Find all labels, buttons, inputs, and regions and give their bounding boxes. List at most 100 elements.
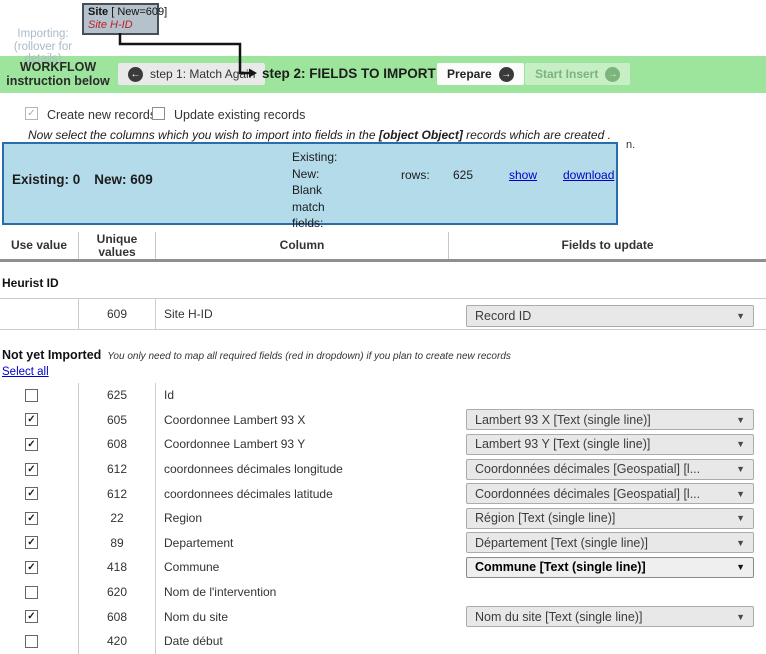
column-name: Coordonnee Lambert 93 Y <box>155 432 448 457</box>
field-cell: Lambert 93 Y [Text (single line)] ▼ <box>448 432 766 457</box>
show-link[interactable]: show <box>509 168 537 182</box>
clipped-text-fragment: n. <box>626 139 635 151</box>
header-column: Column <box>155 232 448 259</box>
field-select-value: Lambert 93 X [Text (single line)] <box>475 413 651 427</box>
mapping-rows: 625 Id ✓ 605 Coordonnee Lambert 93 X Lam… <box>0 383 766 654</box>
field-cell: Coordonnées décimales [Geospatial] [l...… <box>448 457 766 482</box>
heurist-unique-count: 609 <box>78 299 155 329</box>
unique-values-count: 612 <box>78 457 155 482</box>
unique-values-count: 418 <box>78 555 155 580</box>
row-checkbox-cell: ✓ <box>0 432 78 457</box>
table-row: ✓ 605 Coordonnee Lambert 93 X Lambert 93… <box>0 408 766 433</box>
chevron-down-icon: ▼ <box>736 612 745 622</box>
row-checkbox-cell <box>0 629 78 654</box>
column-name: Commune <box>155 555 448 580</box>
row-checkbox[interactable]: ✓ <box>25 512 38 525</box>
field-cell <box>448 383 766 408</box>
update-existing-records-label: Update existing records <box>174 108 305 122</box>
field-select-value: Lambert 93 Y [Text (single line)] <box>475 437 650 451</box>
chevron-down-icon: ▼ <box>736 439 745 449</box>
new-count: New: 609 <box>94 172 153 187</box>
tooltip-count: [ New=609] <box>108 6 167 18</box>
header-fields-to-update: Fields to update <box>448 232 766 259</box>
field-select[interactable]: Lambert 93 Y [Text (single line)] ▼ <box>466 434 754 455</box>
step1-match-again-button[interactable]: ← step 1: Match Again <box>118 63 265 85</box>
row-checkbox[interactable] <box>25 635 38 648</box>
existing-count: Existing: 0 <box>12 172 80 187</box>
column-name: coordonnees décimales longitude <box>155 457 448 482</box>
table-row: ✓ 608 Nom du site Nom du site [Text (sin… <box>0 604 766 629</box>
field-select[interactable]: Région [Text (single line)] ▼ <box>466 508 754 529</box>
record-type-tooltip: Site [ New=609] Site H-ID <box>82 3 159 35</box>
field-select[interactable]: Commune [Text (single line)] ▼ <box>466 557 754 578</box>
update-existing-records-checkbox[interactable] <box>152 107 165 120</box>
prepare-label: Prepare <box>447 67 492 81</box>
row-checkbox[interactable]: ✓ <box>25 536 38 549</box>
chevron-down-icon: ▼ <box>736 562 745 572</box>
unique-values-count: 22 <box>78 506 155 531</box>
chevron-down-icon: ▼ <box>736 464 745 474</box>
rows-label: rows: <box>401 168 430 182</box>
mapping-table-header: Use value Unique values Column Fields to… <box>0 232 766 262</box>
importing-line1: Importing: <box>0 28 86 41</box>
field-select[interactable]: Coordonnées décimales [Geospatial] [l...… <box>466 459 754 480</box>
field-select[interactable]: Coordonnées décimales [Geospatial] [l...… <box>466 483 754 504</box>
workflow-title-line2: instruction below <box>2 74 114 88</box>
row-checkbox[interactable]: ✓ <box>25 413 38 426</box>
prepare-button[interactable]: Prepare → <box>437 63 524 85</box>
field-select-value: Nom du site [Text (single line)] <box>475 610 642 624</box>
heurist-field-value: Record ID <box>475 309 531 323</box>
column-name: Departement <box>155 531 448 556</box>
unique-values-count: 605 <box>78 408 155 433</box>
workflow-bar: WORKFLOW instruction below ← step 1: Mat… <box>0 56 766 93</box>
table-row: ✓ 89 Departement Département [Text (sing… <box>0 531 766 556</box>
row-checkbox[interactable]: ✓ <box>25 438 38 451</box>
unique-values-count: 608 <box>78 604 155 629</box>
column-name: Region <box>155 506 448 531</box>
field-cell: Nom du site [Text (single line)] ▼ <box>448 604 766 629</box>
table-row: ✓ 608 Coordonnee Lambert 93 Y Lambert 93… <box>0 432 766 457</box>
create-new-records-label: Create new records <box>47 108 156 122</box>
not-yet-imported-note: You only need to map all required fields… <box>107 351 511 362</box>
row-checkbox-cell: ✓ <box>0 604 78 629</box>
row-checkbox[interactable] <box>25 389 38 402</box>
rows-value: 625 <box>453 168 473 182</box>
chevron-down-icon: ▼ <box>736 415 745 425</box>
field-select[interactable]: Nom du site [Text (single line)] ▼ <box>466 606 754 627</box>
heurist-field-select[interactable]: Record ID ▼ <box>466 305 754 327</box>
unique-values-count: 608 <box>78 432 155 457</box>
forward-circle-icon: → <box>605 67 620 82</box>
table-row: 420 Date début <box>0 629 766 654</box>
importing-line2: (rollover for <box>0 41 86 54</box>
chevron-down-icon: ▼ <box>736 538 745 548</box>
table-row: 620 Nom de l'intervention <box>0 580 766 605</box>
row-checkbox[interactable]: ✓ <box>25 463 38 476</box>
field-select[interactable]: Lambert 93 X [Text (single line)] ▼ <box>466 409 754 430</box>
row-checkbox[interactable]: ✓ <box>25 561 38 574</box>
step1-label: step 1: Match Again <box>150 67 255 81</box>
summary-column-labels: Existing: New: Blank match fields: <box>292 149 350 232</box>
import-summary-panel: Existing: 0New: 609 Existing: New: Blank… <box>2 142 618 225</box>
row-checkbox[interactable] <box>25 586 38 599</box>
not-yet-imported-title: Not yet Imported You only need to map all… <box>2 348 511 362</box>
row-checkbox-cell: ✓ <box>0 408 78 433</box>
start-insert-button-disabled[interactable]: Start Insert → <box>525 63 630 85</box>
create-new-records-checkbox[interactable]: ✓ <box>25 107 38 120</box>
field-cell: Coordonnées décimales [Geospatial] [l...… <box>448 481 766 506</box>
select-all-link[interactable]: Select all <box>2 366 49 378</box>
field-select-value: Région [Text (single line)] <box>475 511 615 525</box>
download-link[interactable]: download <box>563 168 614 182</box>
tooltip-title: Site [ New=609] <box>88 6 153 19</box>
heurist-field-cell: Record ID ▼ <box>448 299 766 329</box>
heurist-checkbox-cell <box>0 299 78 329</box>
row-checkbox-cell: ✓ <box>0 481 78 506</box>
not-yet-imported-label: Not yet Imported <box>2 348 101 362</box>
row-checkbox[interactable]: ✓ <box>25 610 38 623</box>
field-select-value: Département [Text (single line)] <box>475 536 648 550</box>
table-row: 625 Id <box>0 383 766 408</box>
row-checkbox-cell: ✓ <box>0 555 78 580</box>
row-checkbox[interactable]: ✓ <box>25 487 38 500</box>
field-select[interactable]: Département [Text (single line)] ▼ <box>466 532 754 553</box>
heurist-id-row: 609 Site H-ID Record ID ▼ <box>0 298 766 330</box>
chevron-down-icon: ▼ <box>736 513 745 523</box>
